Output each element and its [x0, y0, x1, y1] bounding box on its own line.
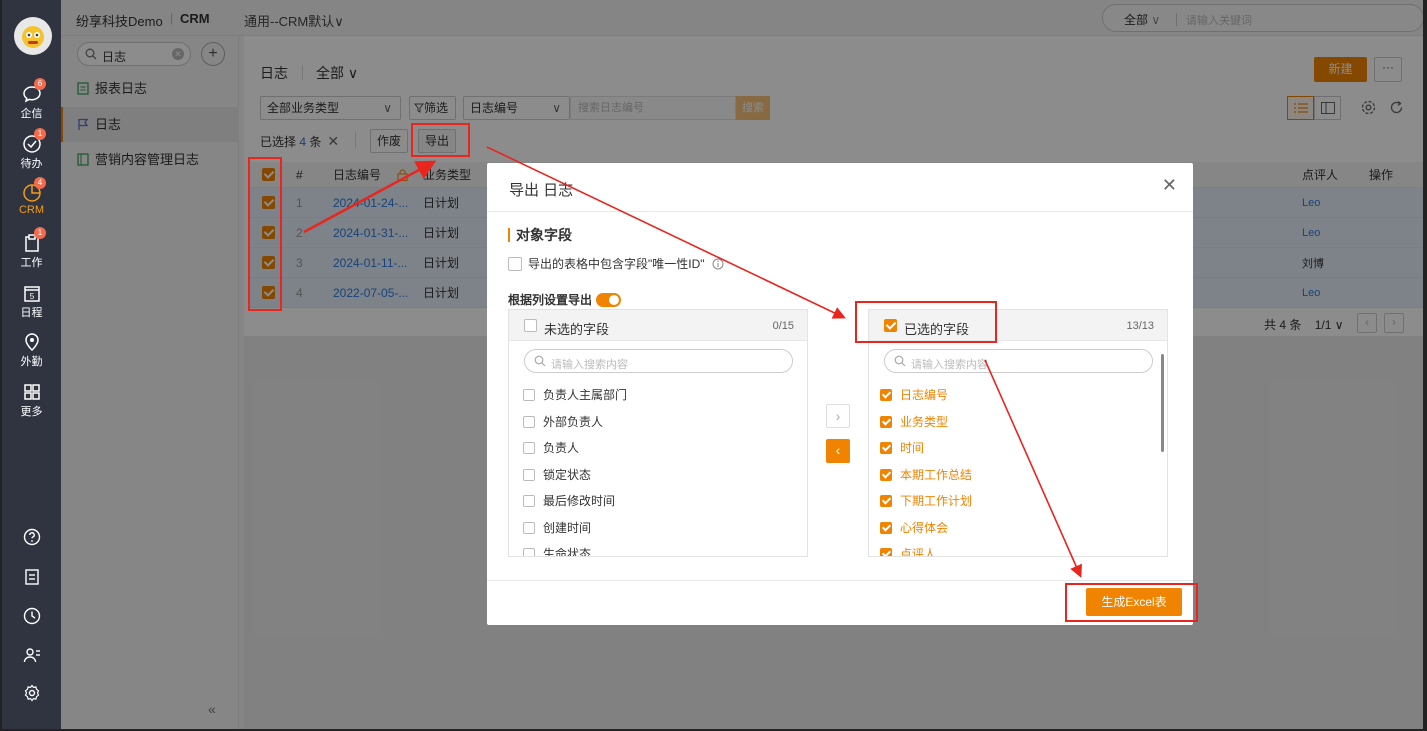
selected-search-input[interactable]: 请输入搜索内容	[884, 349, 1153, 373]
dialog-header: 导出 日志 ✕	[487, 163, 1193, 212]
column-setting-toggle[interactable]	[596, 293, 622, 307]
help-icon[interactable]	[23, 528, 41, 546]
contacts-icon[interactable]	[23, 646, 41, 664]
scrollbar[interactable]	[1161, 354, 1164, 452]
rail-label: 待办	[20, 158, 43, 170]
unselected-search-input[interactable]: 请输入搜索内容	[524, 349, 793, 373]
clock-icon[interactable]	[23, 607, 41, 625]
rail-item-messages[interactable]: 6 企信	[2, 78, 61, 121]
field-item[interactable]: 本期工作总结	[880, 466, 972, 483]
settings-gear-icon[interactable]	[23, 684, 41, 702]
move-left-button[interactable]: ‹	[826, 439, 850, 463]
move-right-button[interactable]: ›	[826, 404, 850, 428]
rail-label: 日程	[20, 307, 43, 319]
notebook-icon[interactable]	[23, 568, 41, 586]
search-icon	[534, 355, 546, 367]
panel-header: 未选的字段 0/15	[509, 310, 807, 341]
selected-fields-panel: 已选的字段 13/13 请输入搜索内容 日志编号 业务类型 时间 本期工作总结 …	[868, 309, 1168, 557]
field-item[interactable]: 创建时间	[523, 519, 591, 536]
svg-text:5: 5	[29, 292, 34, 301]
rail-label: 外勤	[20, 356, 43, 368]
rail-item-work[interactable]: 1 工作	[2, 227, 61, 270]
section-title: 对象字段	[508, 228, 572, 242]
rail-label: 更多	[20, 406, 43, 418]
unique-id-option[interactable]: 导出的表格中包含字段"唯一性ID"	[508, 255, 724, 272]
user-avatar[interactable]	[14, 17, 52, 55]
unselected-count: 0/15	[772, 320, 794, 332]
column-setting-export: 根据列设置导出	[508, 291, 622, 308]
annotation-box-export	[411, 123, 470, 157]
unselected-select-all-checkbox[interactable]	[524, 319, 537, 332]
badge: 6	[34, 78, 46, 90]
field-item[interactable]: 负责人	[523, 439, 579, 456]
field-item[interactable]: 负责人主属部门	[523, 386, 627, 403]
field-item[interactable]: 生命状态	[523, 545, 591, 556]
rail-label: CRM	[18, 204, 45, 216]
annotation-box-generate	[1065, 583, 1198, 622]
field-item[interactable]: 最后修改时间	[523, 492, 615, 509]
rail-item-todo[interactable]: 1 待办	[2, 128, 61, 171]
badge: 1	[34, 227, 46, 239]
badge: 4	[34, 177, 46, 189]
unselected-fields-panel: 未选的字段 0/15 请输入搜索内容 负责人主属部门 外部负责人 负责人 锁定状…	[508, 309, 808, 557]
close-icon[interactable]: ✕	[1162, 175, 1177, 196]
annotation-box-checkboxes	[248, 157, 282, 311]
field-item[interactable]: 心得体会	[880, 519, 948, 536]
calendar-icon: 5	[23, 286, 40, 302]
dialog-title: 导出 日志	[509, 182, 574, 199]
grid-icon	[23, 384, 40, 400]
rail-item-field-work[interactable]: 外勤	[2, 332, 61, 369]
badge: 1	[34, 128, 46, 140]
field-item[interactable]: 下期工作计划	[880, 492, 972, 509]
field-item[interactable]: 时间	[880, 439, 924, 456]
annotation-box-selected-fields	[855, 301, 997, 343]
info-icon[interactable]	[712, 258, 724, 270]
left-rail: 6 企信 1 待办 4 CRM 1 工作 5 日程 外勤 更多	[2, 0, 61, 729]
location-pin-icon	[24, 333, 39, 352]
rail-item-crm[interactable]: 4 CRM	[2, 177, 61, 216]
field-item[interactable]: 点评人	[880, 545, 936, 556]
rail-item-more[interactable]: 更多	[2, 382, 61, 419]
rail-label: 工作	[20, 257, 43, 269]
field-item[interactable]: 外部负责人	[523, 413, 603, 430]
selected-count: 13/13	[1126, 320, 1154, 332]
unique-id-checkbox[interactable]	[508, 257, 522, 271]
field-item[interactable]: 锁定状态	[523, 466, 591, 483]
search-icon	[894, 355, 906, 367]
field-item[interactable]: 日志编号	[880, 386, 948, 403]
rail-label: 企信	[20, 108, 43, 120]
export-dialog: 导出 日志 ✕ 对象字段 导出的表格中包含字段"唯一性ID" 根据列设置导出 未…	[487, 163, 1193, 625]
rail-item-calendar[interactable]: 5 日程	[2, 283, 61, 320]
field-item[interactable]: 业务类型	[880, 413, 948, 430]
